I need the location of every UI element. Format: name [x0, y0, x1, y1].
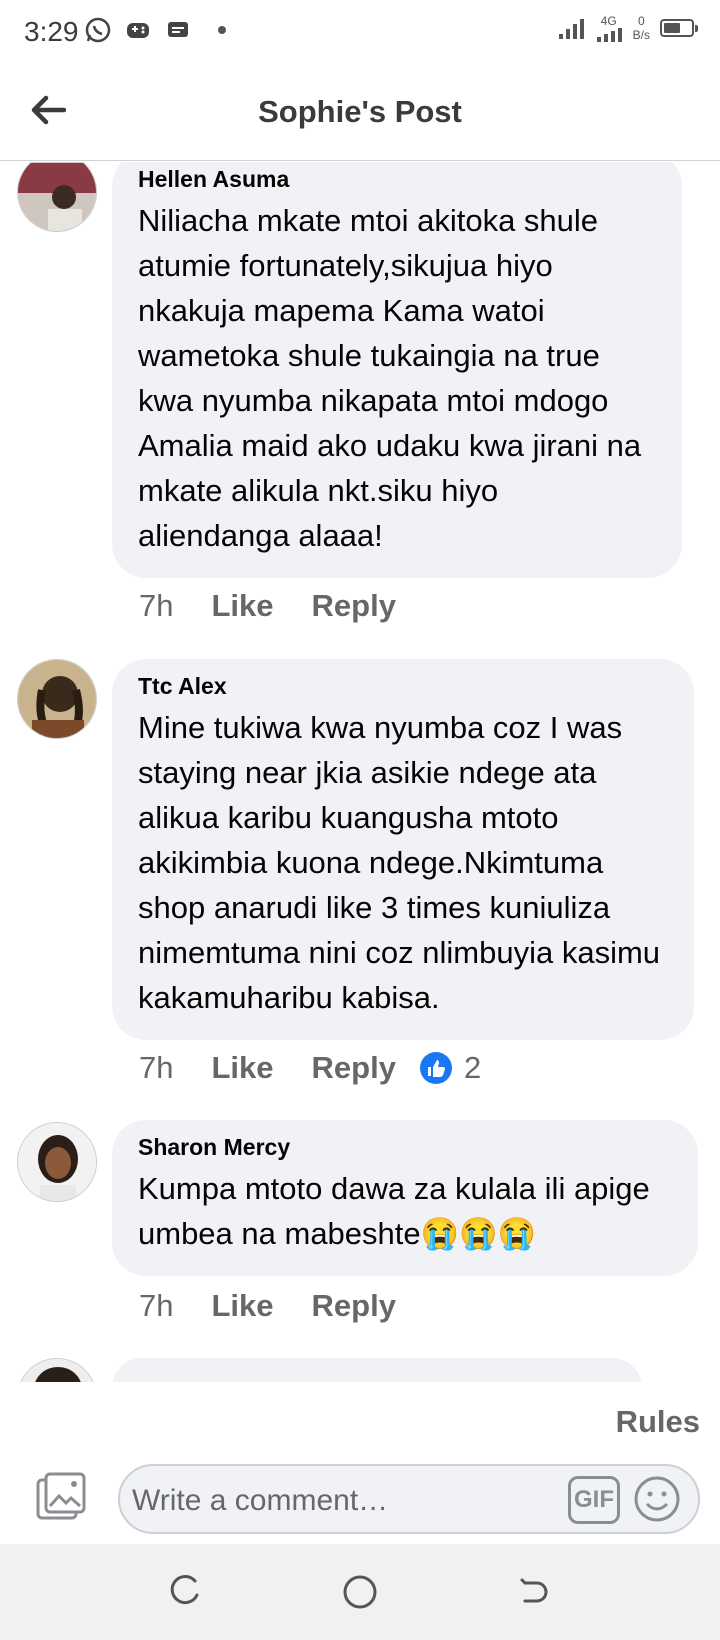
avatar-sharon-mercy[interactable]: [17, 1122, 97, 1202]
gif-button[interactable]: GIF: [568, 1476, 620, 1524]
reaction-count: 2: [463, 1050, 482, 1085]
comment-time[interactable]: 7h: [139, 1288, 173, 1324]
message-icon: [164, 16, 192, 44]
like-button[interactable]: Like: [211, 1050, 273, 1086]
reply-button[interactable]: Reply: [312, 588, 396, 624]
back-nav-icon: [520, 1578, 548, 1603]
like-button[interactable]: Like: [211, 588, 273, 624]
status-time: 3:29: [24, 16, 79, 47]
game-controller-icon: [124, 16, 152, 44]
comment-text: Niliacha mkate mtoi akitoka shule atumie…: [138, 203, 642, 553]
avatar-next-commenter[interactable]: [17, 1358, 97, 1382]
comment-actions: 7h Like Reply: [139, 1288, 396, 1324]
data-speed-unit: B/s: [632, 28, 650, 42]
comment-bubble[interactable]: [112, 1358, 642, 1382]
data-speed-value: 0: [637, 14, 645, 28]
comment-bubble[interactable]: Ttc Alex Mine tukiwa kwa nyumba coz I wa…: [112, 659, 694, 1040]
reaction-summary[interactable]: 2: [419, 1050, 482, 1086]
smiley-icon: [634, 1476, 680, 1522]
comment-composer: Rules Write a comment… GIF: [0, 1382, 720, 1544]
network-type: 4G: [600, 14, 617, 28]
recents-icon: [170, 1575, 199, 1605]
like-button[interactable]: Like: [211, 1288, 273, 1324]
comment-placeholder: Write a comment…: [132, 1484, 389, 1517]
comment-author[interactable]: Sharon Mercy: [138, 1132, 672, 1162]
system-status: 4G 0 B/s: [557, 14, 698, 42]
system-nav-bar: [0, 1544, 720, 1640]
comment-actions: 7h Like Reply: [139, 588, 396, 624]
back-nav-button[interactable]: [514, 1572, 554, 1612]
page-title: Sophie's Post: [258, 94, 462, 129]
reply-button[interactable]: Reply: [312, 1050, 396, 1086]
thumbs-up-icon: [419, 1052, 452, 1084]
comment-time[interactable]: 7h: [139, 1050, 173, 1086]
signal-4g-icon: 4G: [595, 14, 623, 42]
emoji-button[interactable]: [632, 1474, 682, 1524]
avatar-hellen-asuma[interactable]: [17, 162, 97, 232]
home-circle-icon: [343, 1575, 377, 1609]
comments-list: Hellen Asuma Niliacha mkate mtoi akitoka…: [0, 162, 720, 1382]
data-speed: 0 B/s: [633, 14, 650, 42]
photo-button[interactable]: [34, 1472, 88, 1522]
comment-time[interactable]: 7h: [139, 588, 173, 624]
rules-link[interactable]: Rules: [616, 1404, 700, 1440]
status-bar: 3:29 4G 0 B/s: [0, 0, 720, 66]
notification-icons: [84, 16, 226, 44]
comment-bubble[interactable]: Hellen Asuma Niliacha mkate mtoi akitoka…: [112, 162, 682, 578]
home-button[interactable]: [340, 1572, 380, 1612]
battery-icon: [660, 19, 698, 37]
battery-level: [664, 23, 680, 33]
comment-bubble[interactable]: Sharon Mercy Kumpa mtoto dawa za kulala …: [112, 1120, 698, 1276]
comment-author[interactable]: Ttc Alex: [138, 671, 668, 701]
reply-button[interactable]: Reply: [312, 1288, 396, 1324]
photo-icon: [36, 1472, 86, 1520]
whatsapp-icon: [84, 16, 112, 44]
signal-icon: [557, 14, 585, 42]
app-header: Sophie's Post: [0, 66, 720, 161]
more-notifications-dot: [218, 26, 226, 34]
comment-author[interactable]: Hellen Asuma: [138, 164, 656, 194]
comment-text: Kumpa mtoto dawa za kulala ili apige umb…: [138, 1171, 650, 1251]
comment-input[interactable]: Write a comment… GIF: [118, 1464, 700, 1534]
comment-actions: 7h Like Reply 2: [139, 1050, 481, 1086]
avatar-ttc-alex[interactable]: [17, 659, 97, 739]
recents-button[interactable]: [164, 1572, 204, 1612]
comment-text: Mine tukiwa kwa nyumba coz I was staying…: [138, 710, 661, 1015]
